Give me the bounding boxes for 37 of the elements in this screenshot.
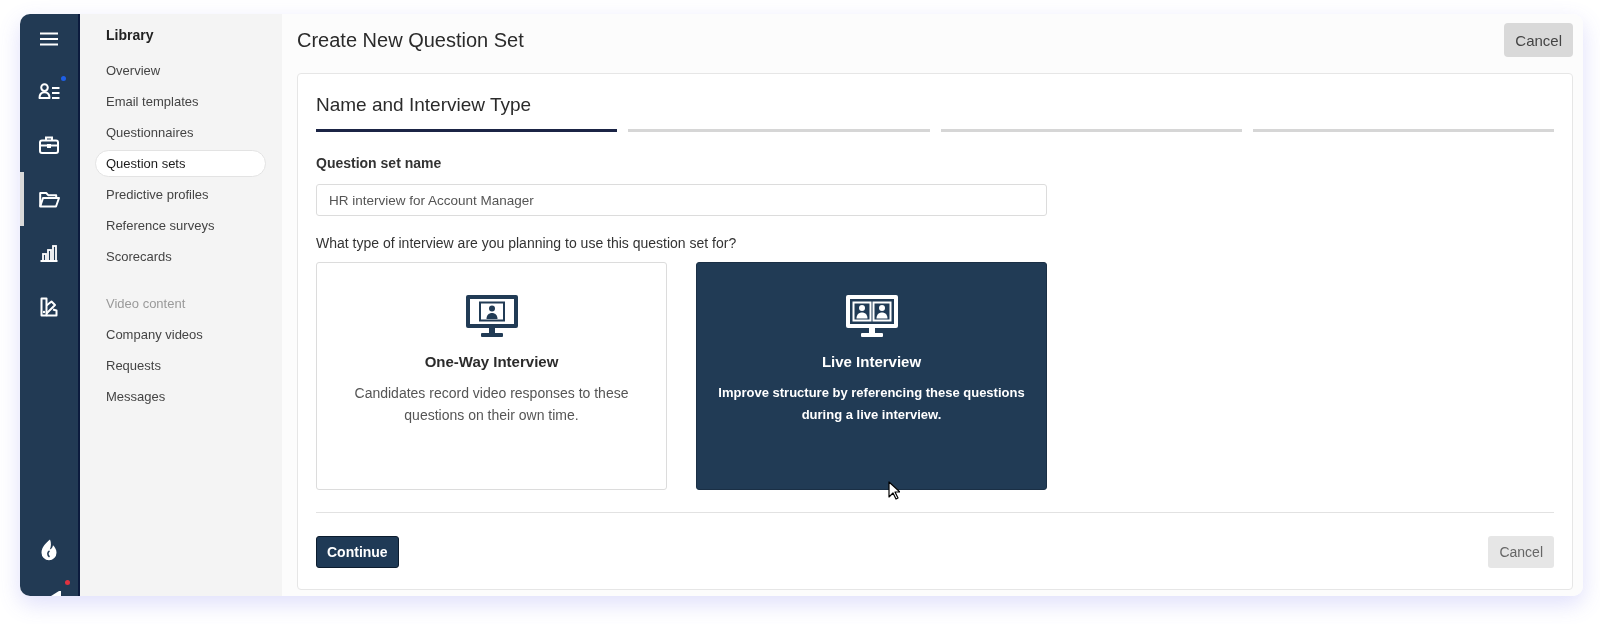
option-description: Improve structure by referencing these questions during a live interview. [717, 384, 1026, 424]
continue-button[interactable]: Continue [316, 536, 399, 568]
monitor-two-people-icon [845, 295, 898, 337]
sidebar-item[interactable]: Predictive profiles [95, 181, 266, 208]
section-heading: Video content [105, 295, 187, 313]
folder-icon[interactable] [38, 190, 60, 208]
interview-type-card[interactable]: One-Way Interview Candidates record video responses to these questions on their own time. [316, 262, 667, 490]
sidebar-item[interactable]: Scorecards [95, 243, 266, 270]
monitor-person-icon [465, 295, 518, 337]
option-title: Live Interview [821, 352, 922, 372]
cancel-button[interactable]: Cancel [1488, 536, 1554, 568]
briefcase-icon[interactable] [39, 136, 59, 154]
question-text: What type of interview are you planning to use this question set for? [316, 234, 737, 252]
bar-chart-icon[interactable] [40, 244, 58, 262]
person-list-icon[interactable] [38, 83, 60, 99]
cursor-icon [888, 481, 900, 500]
menu-icon[interactable] [40, 32, 58, 46]
sidebar-title: Library [105, 26, 155, 44]
flame-icon[interactable] [40, 539, 58, 561]
partial-icon[interactable] [51, 591, 61, 596]
name-input[interactable]: HR interview for Account Manager [316, 184, 1047, 216]
cancel-button[interactable]: Cancel [1504, 23, 1573, 57]
step-title: Name and Interview Type [316, 93, 532, 117]
sidebar-item[interactable]: Questionnaires [95, 119, 266, 146]
swatch-fan-icon[interactable] [40, 297, 58, 317]
option-title: One-Way Interview [424, 352, 559, 372]
sidebar-item[interactable]: Company videos [95, 321, 266, 348]
sidebar-item[interactable]: Requests [95, 352, 266, 379]
sidebar-item[interactable]: Email templates [95, 88, 266, 115]
sidebar-item[interactable]: Messages [95, 383, 266, 410]
option-description: Candidates record video responses to these questions on their own time. [353, 384, 630, 425]
field-label: Question set name [316, 154, 442, 172]
sidebar-item[interactable]: Overview [95, 57, 266, 84]
sidebar-item[interactable]: Question sets [95, 150, 266, 177]
page-title: Create New Question Set [297, 28, 524, 52]
sidebar-item[interactable]: Reference surveys [95, 212, 266, 239]
interview-type-card[interactable]: Live Interview Improve structure by referencing these questions during a live interview. [696, 262, 1047, 490]
